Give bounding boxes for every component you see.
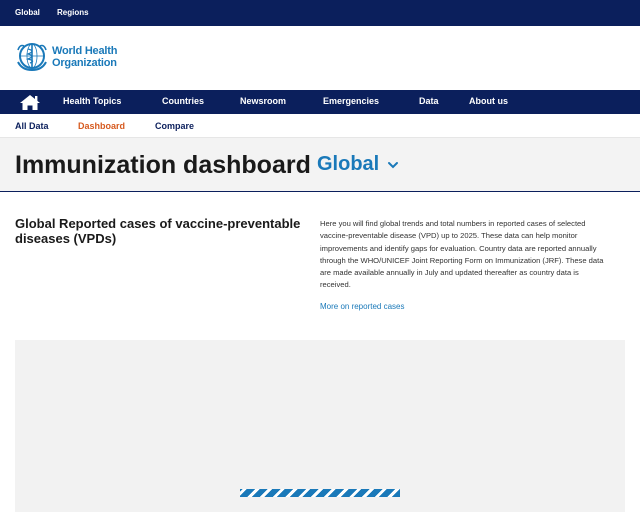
nav-health-topics[interactable]: Health Topics: [63, 96, 121, 106]
logo-line-1: World Health: [52, 45, 118, 57]
topbar-link-regions[interactable]: Regions: [57, 8, 89, 17]
loading-indicator: [240, 489, 400, 497]
top-utility-bar: Global Regions: [0, 0, 640, 26]
section-description: Here you will find global trends and tot…: [320, 219, 604, 290]
page-title: Immunization dashboard: [15, 151, 311, 179]
nav-countries[interactable]: Countries: [162, 96, 204, 106]
topbar-link-global[interactable]: Global: [15, 8, 40, 17]
nav-newsroom[interactable]: Newsroom: [240, 96, 286, 106]
main-navigation: Health Topics Countries Newsroom Emergen…: [0, 90, 640, 114]
section-title: Global Reported cases of vaccine-prevent…: [15, 216, 301, 246]
region-label: Global: [317, 153, 380, 175]
subnav-dashboard[interactable]: Dashboard: [78, 121, 125, 131]
chart-container: [15, 340, 625, 512]
nav-about-us[interactable]: About us: [469, 96, 508, 106]
subnav-compare[interactable]: Compare: [155, 121, 194, 131]
more-on-reported-cases-link[interactable]: More on reported cases: [320, 302, 405, 311]
page-banner: Immunization dashboard Global: [0, 138, 640, 192]
header: World Health Organization: [0, 26, 640, 90]
chevron-down-icon: [387, 161, 398, 169]
who-emblem-icon[interactable]: [14, 40, 50, 72]
logo-wordmark[interactable]: World Health Organization: [52, 45, 117, 69]
sub-navigation: All Data Dashboard Compare: [0, 114, 640, 138]
home-icon[interactable]: [14, 92, 46, 112]
subnav-all-data[interactable]: All Data: [15, 121, 49, 131]
nav-emergencies[interactable]: Emergencies: [323, 96, 379, 106]
logo-line-2: Organization: [52, 57, 117, 69]
region-dropdown[interactable]: Global: [317, 153, 399, 176]
nav-data[interactable]: Data: [419, 96, 439, 106]
